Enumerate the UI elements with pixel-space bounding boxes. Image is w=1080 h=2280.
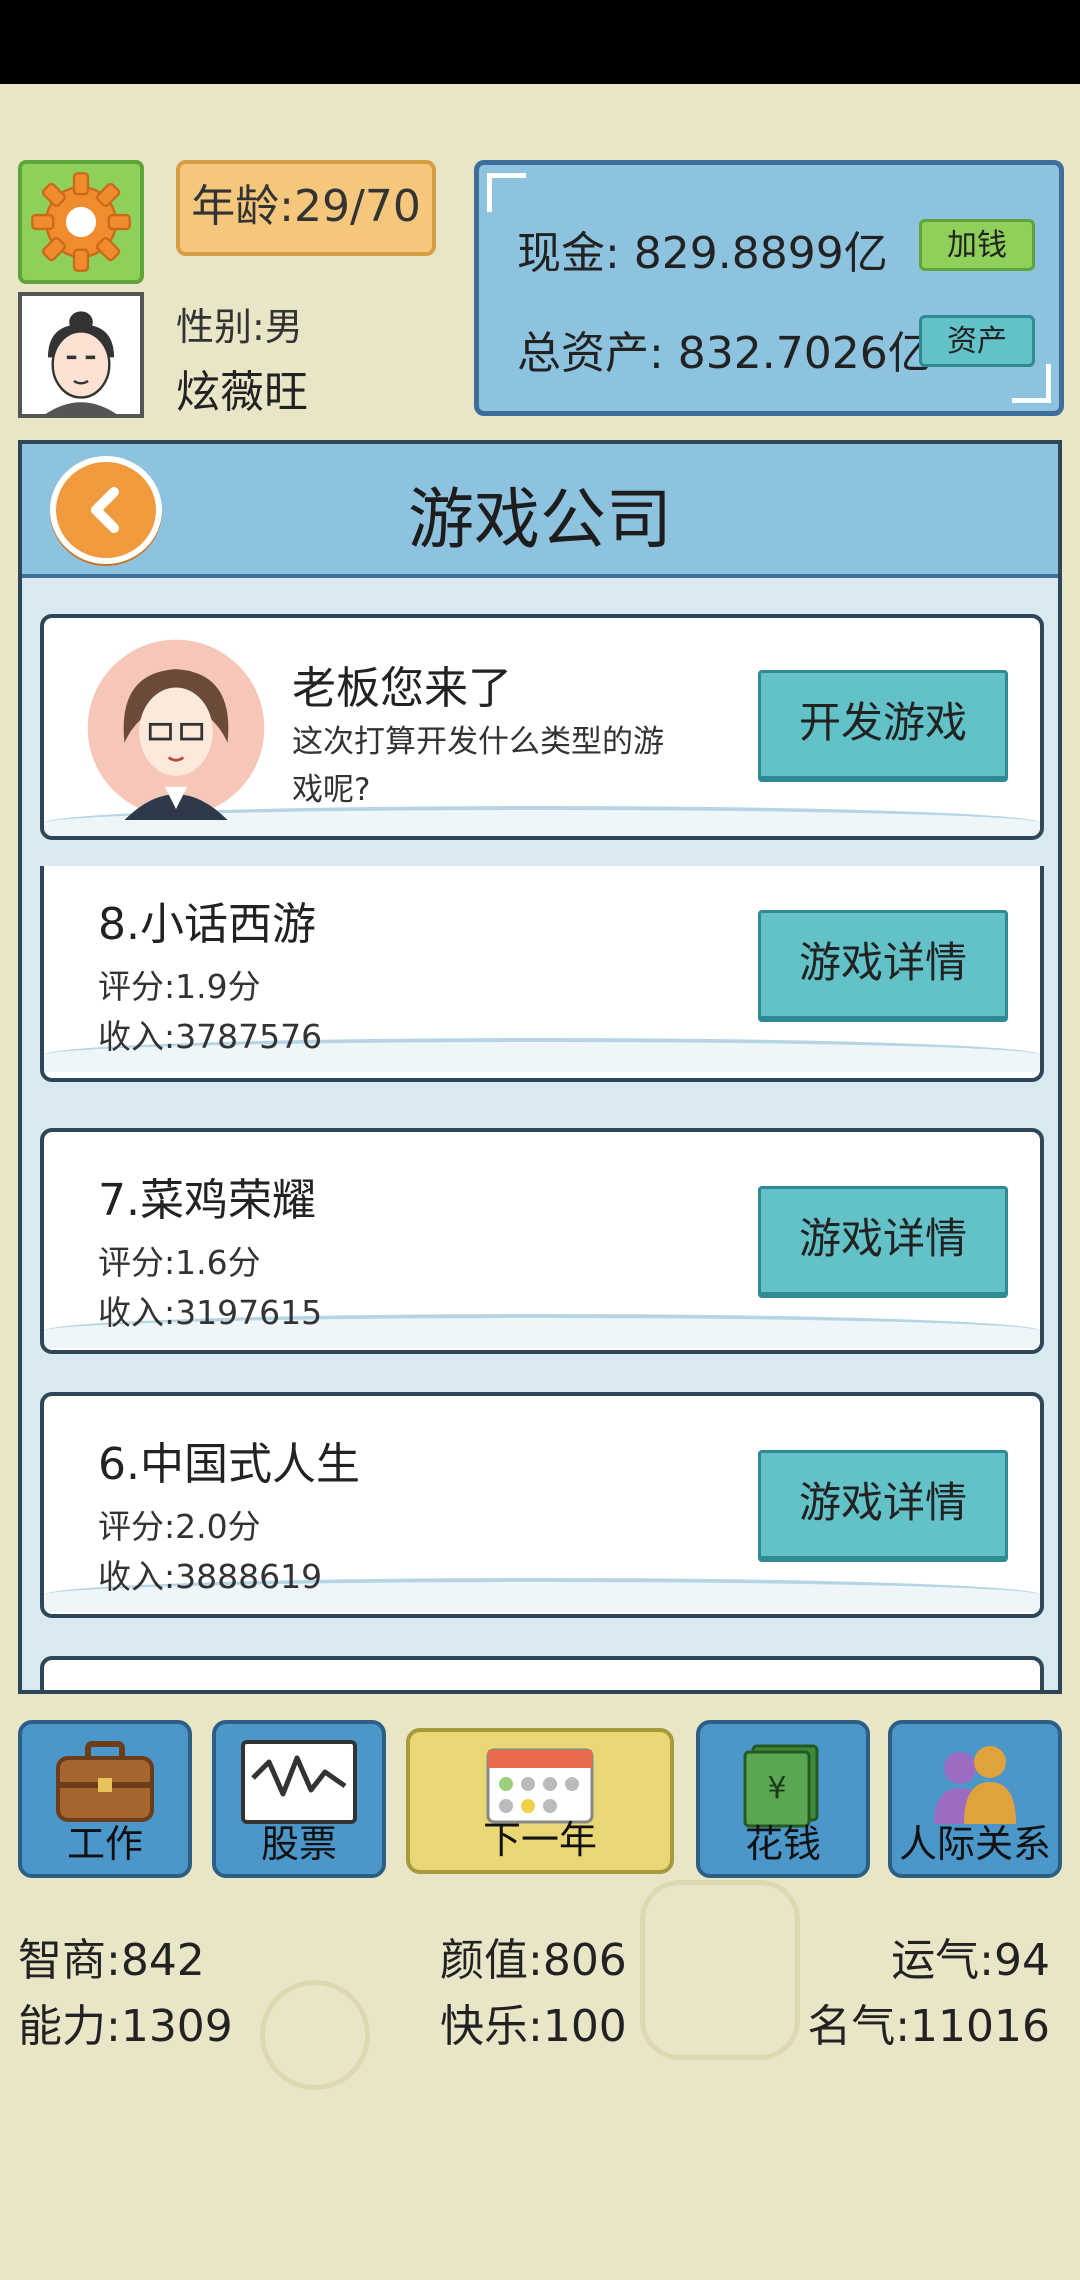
game-income: 收入:3197615 [98, 1293, 323, 1332]
svg-text:¥: ¥ [767, 1771, 786, 1806]
gender-label: 性别:男 [176, 305, 303, 349]
cash-value: 现金: 829.8899亿 [517, 228, 888, 279]
add-money-button[interactable]: 加钱 [919, 219, 1035, 271]
page-title: 游戏公司 [408, 481, 672, 558]
game-name: 7.菜鸡荣耀 [98, 1175, 316, 1226]
player-portrait-icon [22, 296, 140, 414]
game-card [40, 1656, 1044, 1690]
question-text: 这次打算开发什么类型的游戏呢? [292, 724, 664, 808]
greeting-text: 老板您来了 [292, 663, 512, 714]
stat-looks: 颜值:806 [440, 1935, 627, 1986]
game-score: 评分:1.6分 [98, 1243, 261, 1282]
corner-decoration [1012, 364, 1051, 403]
game-name: 8.小话西游 [98, 899, 316, 950]
nav-label: 工作 [66, 1822, 143, 1866]
nav-label: 下一年 [482, 1818, 597, 1862]
corner-decoration [487, 173, 526, 212]
game-details-button[interactable]: 游戏详情 [758, 1450, 1008, 1562]
game-name: 6.中国式人生 [98, 1439, 360, 1490]
panel-header: 游戏公司 [22, 444, 1058, 578]
background-doodle [260, 1980, 370, 2090]
nav-label: 人际关系 [898, 1822, 1051, 1866]
background-doodle [640, 1880, 800, 2060]
next-year-button[interactable]: 下一年 [406, 1728, 674, 1874]
settings-button[interactable] [18, 160, 144, 284]
total-assets-value: 总资产: 832.7026亿 [517, 328, 932, 379]
develop-game-button[interactable]: 开发游戏 [758, 670, 1008, 782]
nav-stocks-button[interactable]: 股票 [212, 1720, 386, 1878]
avatar[interactable] [18, 292, 144, 418]
stat-fame: 名气:11016 [807, 2001, 1050, 2052]
game-card: 7.菜鸡荣耀 评分:1.6分 收入:3197615 游戏详情 [40, 1128, 1044, 1354]
nav-work-button[interactable]: 工作 [18, 1720, 192, 1878]
back-button[interactable] [50, 456, 162, 564]
game-details-button[interactable]: 游戏详情 [758, 910, 1008, 1022]
gear-icon [31, 172, 131, 272]
stat-ability: 能力:1309 [18, 2001, 233, 2052]
nav-spend-button[interactable]: ¥ 花钱 [696, 1720, 870, 1878]
secretary-card: 老板您来了 这次打算开发什么类型的游戏呢? 开发游戏 [40, 614, 1044, 840]
game-company-panel: 游戏公司 老板您来了 这次打算开发什么类型的游戏呢? 开发游戏 8.小话西游 评… [18, 440, 1062, 1694]
nav-label: 花钱 [744, 1822, 821, 1866]
nav-relationships-button[interactable]: 人际关系 [888, 1720, 1062, 1878]
assets-button[interactable]: 资产 [919, 315, 1035, 367]
player-name: 炫薇旺 [176, 367, 308, 418]
stat-happiness: 快乐:100 [440, 2001, 627, 2052]
status-bar [0, 0, 1080, 84]
age-display: 年龄:29/70 [176, 160, 436, 256]
game-details-button[interactable]: 游戏详情 [758, 1186, 1008, 1298]
game-income: 收入:3888619 [98, 1557, 323, 1596]
game-card: 6.中国式人生 评分:2.0分 收入:3888619 游戏详情 [40, 1392, 1044, 1618]
nav-label: 股票 [260, 1822, 337, 1866]
game-score: 评分:2.0分 [98, 1507, 261, 1546]
stat-luck: 运气:94 [891, 1935, 1050, 1986]
game-card: 8.小话西游 评分:1.9分 收入:3787576 游戏详情 [40, 866, 1044, 1082]
stat-iq: 智商:842 [18, 1935, 205, 1986]
game-score: 评分:1.9分 [98, 967, 261, 1006]
money-panel: 现金: 829.8899亿 总资产: 832.7026亿 加钱 资产 [474, 160, 1064, 416]
chevron-left-icon [91, 487, 119, 533]
game-income: 收入:3787576 [98, 1017, 323, 1056]
secretary-portrait-icon [87, 639, 265, 820]
